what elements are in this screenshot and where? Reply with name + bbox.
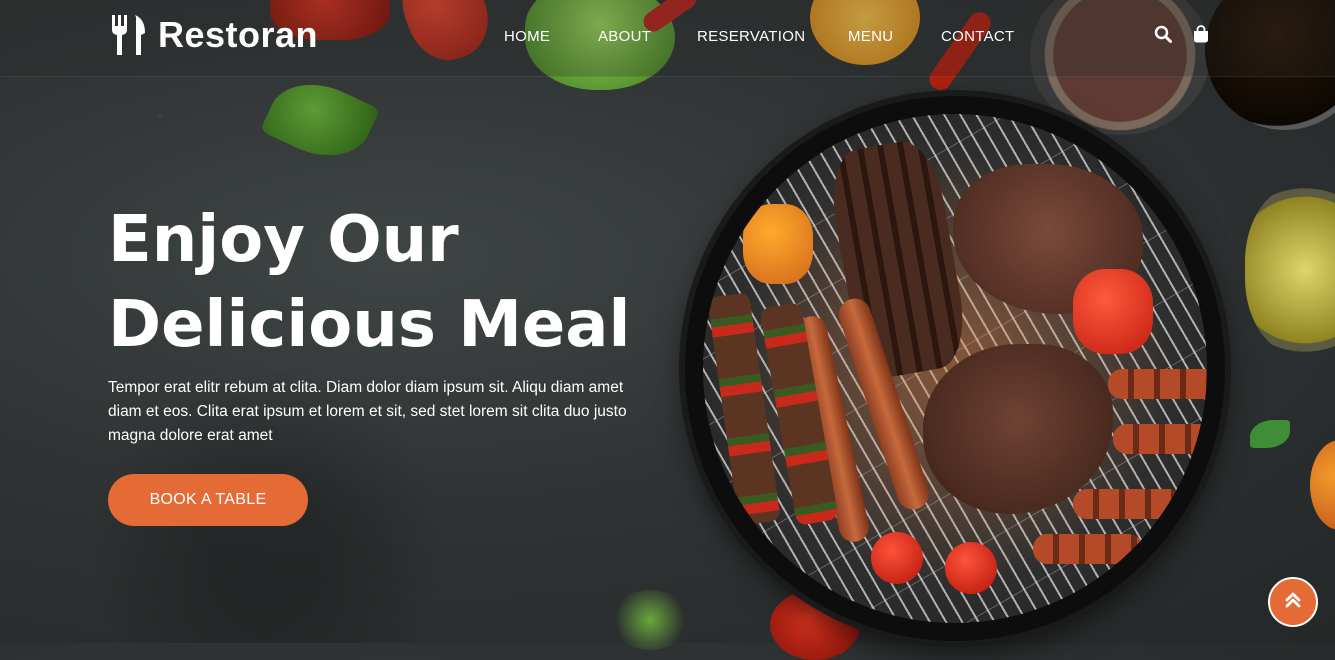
mini-sausage-skewer [1073, 489, 1183, 519]
olive-oil-decoration [1245, 185, 1335, 355]
navbar: Restoran HOME ABOUT RESERVATION MENU CON… [0, 0, 1335, 77]
back-to-top-button[interactable] [1268, 577, 1318, 627]
double-chevron-up-icon [1283, 590, 1303, 615]
nav-icons [1153, 24, 1211, 44]
nav-link-about[interactable]: ABOUT [598, 28, 651, 45]
search-icon[interactable] [1153, 24, 1173, 44]
nav-link-contact[interactable]: CONTACT [941, 28, 1014, 45]
hero-title-line: Enjoy Our [108, 203, 459, 277]
shopping-bag-icon[interactable] [1191, 24, 1211, 44]
hero-description: Tempor erat elitr rebum at clita. Diam d… [108, 379, 627, 444]
utensils-icon [108, 15, 148, 55]
hero-title: Enjoy Our Delicious Meal [108, 198, 668, 368]
grill-image [685, 96, 1225, 641]
mini-sausage-skewer [1033, 534, 1143, 564]
book-a-table-button[interactable]: BOOK A TABLE [108, 474, 308, 526]
red-pepper [1073, 269, 1153, 354]
herb-decoration [610, 590, 690, 650]
mini-sausage-skewer [1108, 369, 1207, 399]
basil-leaf-decoration [259, 67, 381, 173]
cherry-tomato [871, 532, 923, 584]
cherry-tomato [945, 542, 997, 594]
hero-title-line: Delicious Meal [108, 288, 631, 362]
nav-link-home[interactable]: HOME [504, 28, 550, 45]
brand-name: Restoran [158, 14, 319, 55]
nav-link-menu[interactable]: MENU [848, 28, 893, 45]
grill-grate [703, 114, 1207, 623]
tomato-decoration [1310, 440, 1335, 530]
ribs [823, 136, 973, 382]
basil-leaf-decoration [1250, 420, 1290, 448]
yellow-pepper [743, 204, 813, 284]
mini-sausage-skewer [1113, 424, 1207, 454]
brand-logo[interactable]: Restoran [108, 14, 318, 56]
nav-link-reservation[interactable]: RESERVATION [697, 28, 805, 45]
